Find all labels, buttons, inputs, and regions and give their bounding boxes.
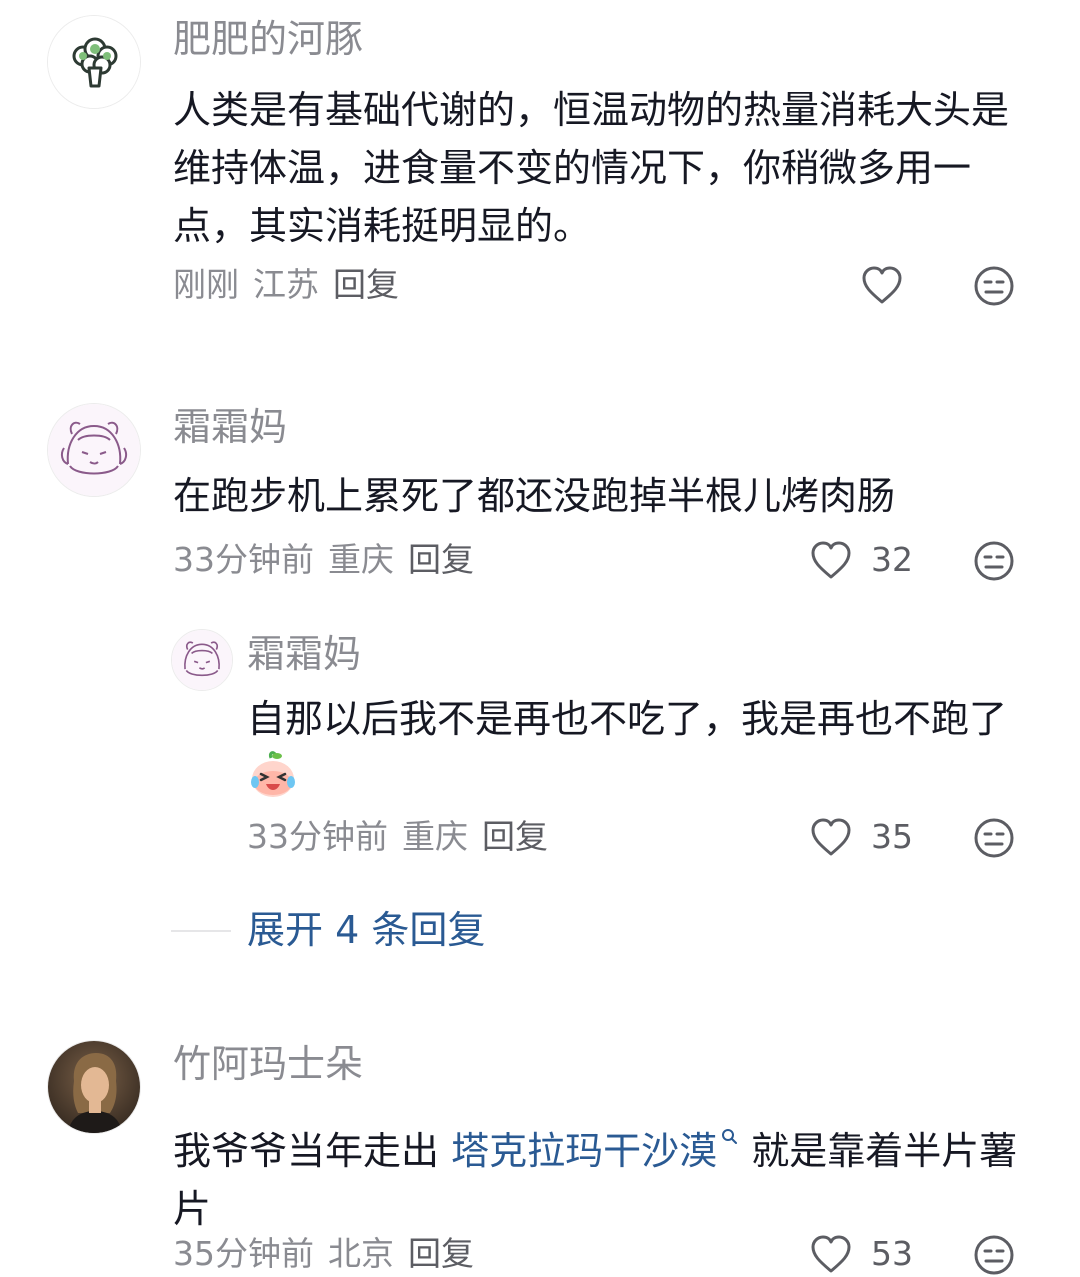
comment-time: 33分钟前 [173, 540, 314, 579]
meh-face-icon[interactable] [973, 540, 1015, 582]
expand-replies-button[interactable]: 展开 4 条回复 [247, 908, 485, 952]
meh-face-icon[interactable] [973, 1234, 1015, 1276]
heart-icon[interactable] [860, 264, 904, 306]
comment-username[interactable]: 肥肥的河豚 [173, 17, 363, 61]
comment-location: 重庆 [328, 540, 394, 579]
meh-face-icon[interactable] [973, 265, 1015, 307]
comment-text: 我爷爷当年走出 塔克拉玛干沙漠 就是靠着半片薯片 [173, 1104, 1023, 1238]
reply-button[interactable]: 回复 [482, 817, 548, 856]
woman-photo-avatar-icon [48, 1041, 140, 1133]
avatar[interactable] [47, 1040, 141, 1134]
comment-text: 人类是有基础代谢的，恒温动物的热量消耗大头是维持体温，进食量不变的情况下，你稍微… [173, 88, 1010, 248]
avatar[interactable] [47, 403, 141, 497]
avatar[interactable] [171, 629, 233, 691]
reply-time: 33分钟前 [247, 817, 388, 856]
comment-location: 江苏 [253, 265, 319, 304]
comment-time: 35分钟前 [173, 1234, 314, 1273]
search-link[interactable]: 塔克拉玛干沙漠 [451, 1129, 739, 1173]
search-icon[interactable] [721, 1104, 739, 1162]
reply-meta: 33分钟前 重庆 回复 [247, 817, 562, 857]
comment-location: 北京 [328, 1234, 394, 1273]
broccoli-avatar-icon [48, 16, 140, 108]
comment-username[interactable]: 霜霜妈 [173, 405, 287, 449]
reply-username[interactable]: 霜霜妈 [247, 632, 361, 676]
crying-laughing-peach-emoji-icon [247, 750, 299, 800]
expand-divider [171, 930, 231, 932]
meh-face-icon[interactable] [973, 817, 1015, 859]
reply-text: 自那以后我不是再也不吃了，我是再也不跑了 [247, 690, 1017, 806]
reply-button[interactable]: 回复 [408, 540, 474, 579]
like-count: 32 [871, 540, 913, 579]
reply-text-content: 自那以后我不是再也不吃了，我是再也不跑了 [247, 697, 1008, 741]
heart-icon[interactable] [809, 1233, 853, 1275]
avatar[interactable] [47, 15, 141, 109]
anime-girl-avatar-icon [48, 404, 140, 496]
reply-button[interactable]: 回复 [408, 1234, 474, 1273]
comment-username[interactable]: 竹阿玛士朵 [173, 1042, 363, 1086]
comment-text-prefix: 我爷爷当年走出 [173, 1129, 452, 1173]
anime-girl-avatar-icon [172, 630, 232, 690]
heart-icon[interactable] [809, 816, 853, 858]
comment-meta: 33分钟前 重庆 回复 [173, 540, 488, 580]
comment-meta: 刚刚 江苏 回复 [173, 265, 413, 305]
comment-meta: 35分钟前 北京 回复 [173, 1234, 488, 1274]
comment-text: 在跑步机上累死了都还没跑掉半根儿烤肉肠 [173, 474, 896, 518]
like-count: 35 [871, 817, 913, 856]
reply-location: 重庆 [402, 817, 468, 856]
comment-time: 刚刚 [173, 265, 239, 304]
reply-button[interactable]: 回复 [333, 265, 399, 304]
search-link-text[interactable]: 塔克拉玛干沙漠 [451, 1129, 717, 1173]
heart-icon[interactable] [809, 539, 853, 581]
like-count: 53 [871, 1234, 913, 1273]
